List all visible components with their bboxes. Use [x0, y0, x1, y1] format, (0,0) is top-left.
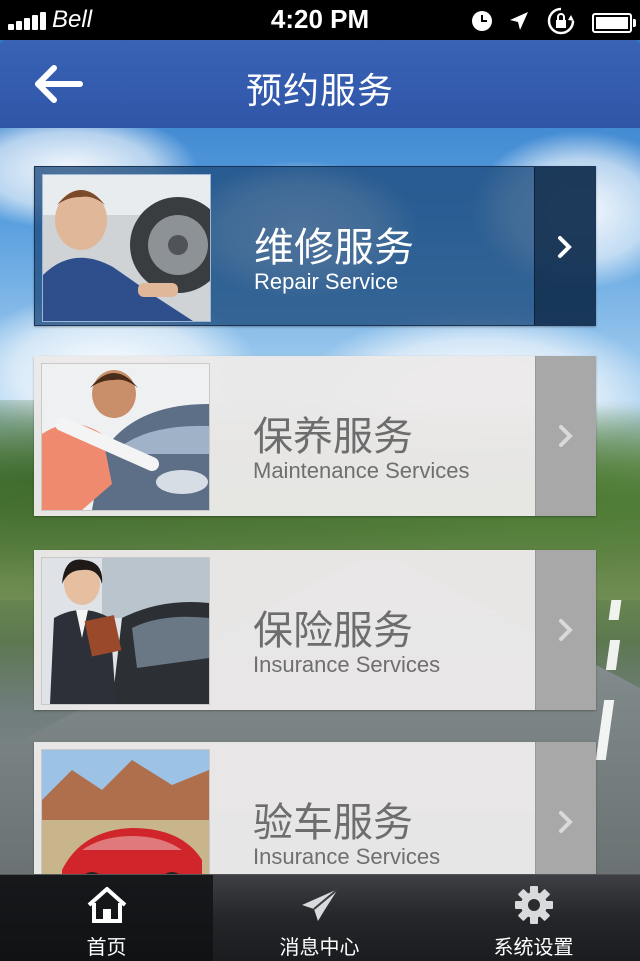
service-subtitle: Insurance Services	[253, 652, 441, 677]
service-card-repair[interactable]: 维修服务 Repair Service	[34, 166, 596, 326]
service-title: 验车服务	[253, 800, 413, 846]
chevron-right-icon	[559, 425, 573, 447]
nav-bar: 预约服务	[0, 40, 640, 128]
service-title: 保险服务	[253, 608, 413, 654]
tab-label: 消息中心	[279, 935, 360, 959]
tab-label: 首页	[86, 935, 127, 959]
rotation-lock-icon	[545, 6, 577, 40]
businesswoman-car-photo	[41, 557, 210, 705]
service-arrow-panel[interactable]	[535, 550, 596, 710]
service-card-maintenance[interactable]: 保养服务 Maintenance Services	[34, 356, 596, 516]
chevron-right-icon	[559, 619, 573, 641]
location-icon	[508, 10, 530, 36]
tab-bar: 首页 消息中心 系统设置	[0, 874, 640, 961]
tab-messages[interactable]: 消息中心	[213, 875, 426, 961]
tab-home[interactable]: 首页	[0, 875, 213, 961]
service-title: 保养服务	[253, 414, 413, 460]
home-icon	[87, 887, 126, 923]
woman-car-hood-photo	[41, 363, 210, 511]
status-icons	[461, 6, 636, 36]
service-card-insurance[interactable]: 保险服务 Insurance Services	[34, 550, 596, 710]
clock-icon	[471, 10, 493, 36]
tab-label: 系统设置	[493, 935, 574, 959]
service-arrow-panel[interactable]	[534, 167, 595, 325]
chevron-right-icon	[559, 811, 573, 833]
battery-icon	[592, 13, 636, 33]
service-subtitle: Insurance Services	[253, 844, 441, 869]
chevron-right-icon	[558, 236, 572, 258]
page-title: 预约服务	[245, 71, 394, 112]
service-arrow-panel[interactable]	[535, 356, 596, 516]
gear-icon	[514, 886, 553, 924]
status-bar: Bell 4:20 PM	[0, 0, 640, 40]
service-subtitle: Repair Service	[254, 269, 399, 294]
service-subtitle: Maintenance Services	[253, 458, 470, 483]
paper-plane-icon	[301, 888, 339, 921]
tab-settings[interactable]: 系统设置	[427, 875, 640, 961]
service-title: 维修服务	[254, 225, 414, 271]
mechanic-wheel-photo	[42, 174, 211, 322]
